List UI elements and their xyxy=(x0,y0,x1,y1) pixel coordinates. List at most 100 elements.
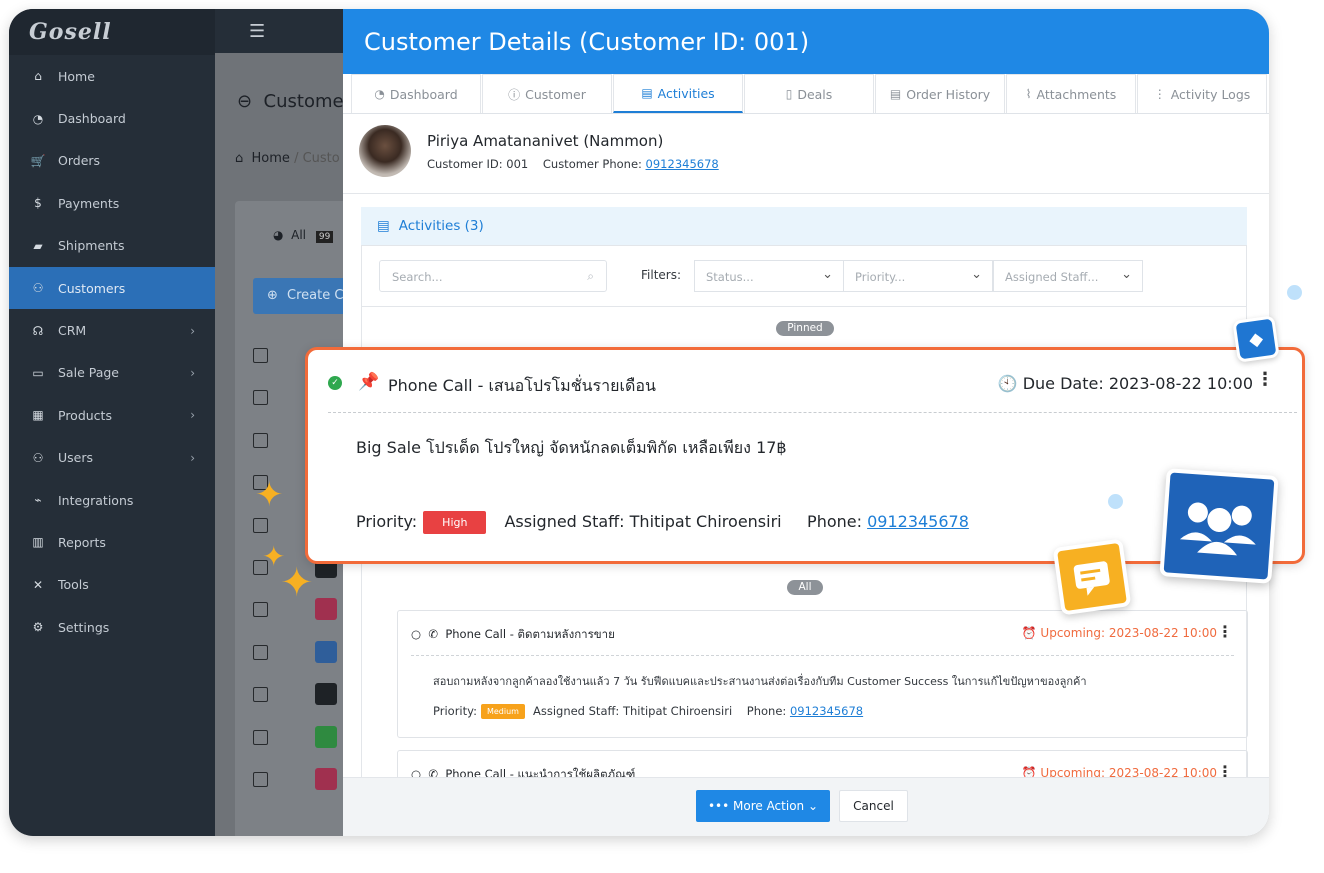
search-icon: ⌕ xyxy=(587,269,594,283)
sidebar-item-crm[interactable]: ☊ CRM › xyxy=(9,309,215,351)
clock-icon: 🕙 xyxy=(997,374,1018,393)
chat-glyph xyxy=(1073,561,1110,596)
pin-icon[interactable]: 📌 xyxy=(358,372,379,392)
channel-icon xyxy=(315,640,337,663)
chart-icon: ▥ xyxy=(32,535,44,550)
logo-text: Gosell xyxy=(29,19,112,45)
document-icon: ▤ xyxy=(889,87,902,101)
sidebar-item-products[interactable]: ▦ Products › xyxy=(9,394,215,436)
filters-label: Filters: xyxy=(641,268,682,282)
users-glyph xyxy=(1179,502,1256,556)
staff-filter-select[interactable]: Assigned Staff... ⌄ xyxy=(993,260,1143,292)
pinned-activity-card[interactable]: ✓ 📌 Phone Call - เสนอโปรโมชั่นรายเดือน 🕙… xyxy=(305,347,1305,564)
home-icon: ⌂ xyxy=(235,151,244,166)
customer-name: Piriya Amatananivet (Nammon) xyxy=(427,132,664,150)
tab-deals[interactable]: ▯ Deals xyxy=(744,74,874,113)
check-circle-icon[interactable]: ✓ xyxy=(328,376,342,390)
row-checkbox[interactable] xyxy=(253,602,268,618)
tab-dashboard[interactable]: ◔ Dashboard xyxy=(351,74,481,113)
sidebar-item-label: Dashboard xyxy=(58,111,126,127)
chevron-down-icon: ⌄ xyxy=(1121,267,1132,282)
sidebar-item-home[interactable]: ⌂ Home xyxy=(9,55,215,97)
more-action-button[interactable]: ••• More Action ⌄ xyxy=(696,790,830,822)
row-checkbox[interactable] xyxy=(253,517,268,533)
sidebar-item-label: Payments xyxy=(58,195,120,211)
status-filter-select[interactable]: Status... ⌄ xyxy=(694,260,844,292)
pinned-activity-meta: Priority: High Assigned Staff: Thitipat Ch… xyxy=(356,511,969,534)
pinned-activity-description: Big Sale โปรเด็ด โปรใหญ่ จัดหนักลดเต็มพิ… xyxy=(356,438,787,457)
tab-activities[interactable]: ▤ Activities xyxy=(613,74,743,113)
more-options-icon[interactable]: ⋮ xyxy=(1256,369,1274,390)
search-input[interactable]: Search... ⌕ xyxy=(379,260,607,292)
chevron-right-icon: › xyxy=(190,450,195,465)
row-checkbox[interactable] xyxy=(253,348,268,363)
sidebar-item-label: Users xyxy=(58,450,94,466)
chevron-right-icon: › xyxy=(190,323,195,338)
window-icon: ▭ xyxy=(32,365,44,380)
sidebar-item-customers[interactable]: ⚇ Customers xyxy=(9,266,215,310)
modal-title: Customer Details (Customer ID: 001) xyxy=(343,9,1269,74)
sidebar: Gosell ⌂ Home ◔ Dashboard 🛒 Orders $ Payments ▰ S… xyxy=(9,9,215,836)
priority-filter-select[interactable]: Priority... ⌄ xyxy=(843,260,993,292)
sidebar-item-integrations[interactable]: ⌁ Integrations xyxy=(9,479,215,521)
cancel-button[interactable]: Cancel xyxy=(839,790,908,822)
activity-item[interactable]: ○ ✆ Phone Call - ติดตามหลังการขาย ⏰ Upco… xyxy=(397,610,1248,738)
tab-activity-logs[interactable]: ⋮ Activity Logs xyxy=(1137,74,1267,113)
file-dollar-icon: ▯ xyxy=(785,87,793,101)
customer-phone-link[interactable]: 0912345678 xyxy=(646,157,719,171)
users-cog-icon: ⚇ xyxy=(32,450,44,465)
tab-attachments[interactable]: ⌇ Attachments xyxy=(1006,74,1136,113)
users-icon: ⚇ xyxy=(32,281,44,296)
activity-meta: Priority: Medium Assigned Staff: Thitipat … xyxy=(433,704,864,719)
sidebar-item-payments[interactable]: $ Payments xyxy=(9,182,215,224)
row-checkbox[interactable] xyxy=(253,432,268,448)
chevron-right-icon: › xyxy=(190,365,195,380)
decorative-dot xyxy=(1287,285,1302,300)
row-checkbox[interactable] xyxy=(253,729,268,745)
pinned-phone-link[interactable]: 0912345678 xyxy=(867,512,969,531)
sidebar-item-shipments[interactable]: ▰ Shipments xyxy=(9,225,215,267)
channel-icon xyxy=(315,768,337,790)
row-checkbox[interactable] xyxy=(253,644,268,660)
more-options-icon[interactable]: ⋮ xyxy=(1217,622,1233,641)
row-checkbox[interactable] xyxy=(253,687,268,703)
sidebar-item-label: Reports xyxy=(58,534,106,550)
decorative-dot xyxy=(1108,494,1123,509)
sidebar-item-label: Shipments xyxy=(58,238,125,254)
row-checkbox[interactable] xyxy=(253,390,268,406)
info-icon: ⓘ xyxy=(508,87,521,102)
tab-customer[interactable]: ⓘ Customer xyxy=(482,74,612,113)
sparkle-icon: ✦ xyxy=(280,560,314,606)
sidebar-item-reports[interactable]: ▥ Reports xyxy=(9,521,215,563)
sidebar-item-label: Home xyxy=(58,68,95,84)
pinned-label: Pinned xyxy=(776,321,834,336)
sidebar-item-users[interactable]: ⚇ Users › xyxy=(9,437,215,479)
hamburger-menu-icon[interactable]: ☰ xyxy=(249,21,265,42)
comment-icon: ▤ xyxy=(641,86,653,100)
activities-header: ▤ Activities (3) xyxy=(361,207,1247,245)
priority-badge: Medium xyxy=(480,704,525,719)
sidebar-item-tools[interactable]: ✕ Tools xyxy=(9,564,215,606)
filter-all-tab[interactable]: ◕ All 99 xyxy=(273,228,334,243)
activity-phone-link[interactable]: 0912345678 xyxy=(790,704,863,718)
sidebar-item-dashboard[interactable]: ◔ Dashboard xyxy=(9,97,215,139)
back-arrow-icon[interactable]: ⊖ xyxy=(237,91,258,112)
brand-logo[interactable]: Gosell xyxy=(9,9,215,55)
sparkle-icon: ✦ xyxy=(255,475,284,515)
home-icon: ⌂ xyxy=(34,69,42,84)
chevron-down-icon: ⌄ xyxy=(822,267,833,282)
sidebar-item-orders[interactable]: 🛒 Orders xyxy=(9,140,215,182)
avatar xyxy=(359,125,411,177)
breadcrumb-home[interactable]: Home xyxy=(252,151,290,166)
dashed-divider xyxy=(411,655,1234,656)
tab-order-history[interactable]: ▤ Order History xyxy=(875,74,1005,113)
radio-icon[interactable]: ○ xyxy=(411,627,421,641)
sidebar-item-sale-page[interactable]: ▭ Sale Page › xyxy=(9,352,215,394)
channel-icon xyxy=(315,598,337,621)
headset-icon: ☊ xyxy=(32,323,44,338)
sidebar-item-settings[interactable]: ⚙ Settings xyxy=(9,606,215,648)
row-checkbox[interactable] xyxy=(253,772,268,787)
channel-icon xyxy=(315,725,337,748)
tag-icon: ◆ xyxy=(1232,315,1280,363)
divider xyxy=(343,193,1269,194)
